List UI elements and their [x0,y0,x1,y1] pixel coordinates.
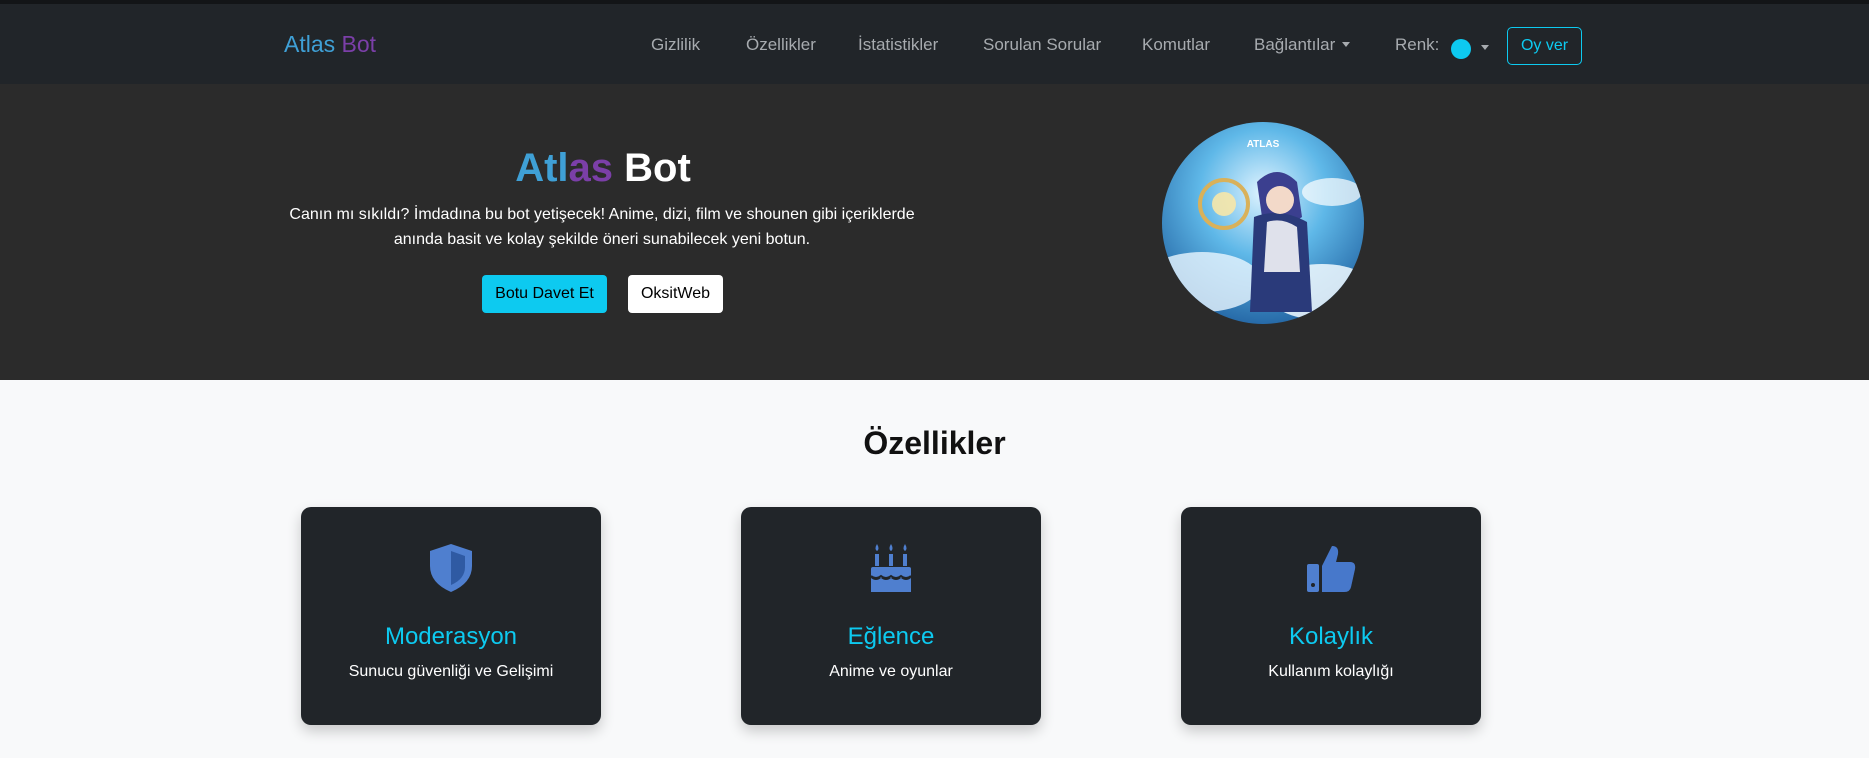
color-picker-swatch[interactable] [1451,39,1471,59]
hero-title-bot: Bot [624,146,691,190]
nav-dropdown-label: Bağlantılar [1254,35,1336,54]
chevron-down-icon[interactable] [1481,45,1489,50]
feature-card-title: Kolaylık [1288,623,1374,650]
bot-avatar: ATLAS [1162,122,1364,324]
cake-icon [741,542,1041,598]
avatar-logo-text: ATLAS [1247,139,1280,150]
invite-bot-button[interactable]: Botu Davet Et [482,275,607,313]
chevron-down-icon [1342,42,1351,47]
hero-title-atlas-a: Atl [515,146,569,190]
nav-link-istatistikler[interactable]: İstatistikler [858,35,938,55]
brand-name-part2: Bot [341,31,377,57]
shield-icon [301,542,601,598]
nav-dropdown-baglantilar[interactable]: Bağlantılar [1254,35,1351,55]
feature-card-text: Anime ve oyunlar [829,663,953,680]
hero-title: Atlas Bot [290,146,916,191]
brand-name-part1: Atlas [284,31,336,57]
navbar: Atlas Bot Gizlilik Özellikler İstatistik… [0,4,1869,84]
vote-button[interactable]: Oy ver [1507,27,1582,65]
feature-card-moderasyon: Moderasyon Sunucu güvenliği ve Gelişimi [301,507,601,725]
feature-card-title: Moderasyon [384,623,518,650]
feature-card-text: Sunucu güvenliği ve Gelişimi [348,663,554,680]
color-label: Renk: [1395,35,1440,54]
nav-link-ozellikler[interactable]: Özellikler [746,35,816,55]
nav-link-gizlilik[interactable]: Gizlilik [651,35,700,55]
feature-card-text: Kullanım kolaylığı [1268,663,1394,680]
hero-title-atlas-b: as [568,146,614,190]
feature-card-eglence: Eğlence Anime ve oyunlar [741,507,1041,725]
oksitweb-button[interactable]: OksitWeb [628,275,723,313]
thumbs-up-icon [1181,542,1481,598]
nav-link-sorulan-sorular[interactable]: Sorulan Sorular [983,35,1101,55]
feature-card-title: Eğlence [847,623,935,650]
features-title: Özellikler [863,425,1006,461]
feature-card-kolaylik: Kolaylık Kullanım kolaylığı [1181,507,1481,725]
hero-section: Atlas Bot Canın mı sıkıldı? İmdadına bu … [0,84,1869,380]
brand-logo[interactable]: Atlas Bot [284,31,376,58]
hero-description: Canın mı sıkıldı? İmdadına bu bot yetişe… [289,206,915,248]
nav-link-komutlar[interactable]: Komutlar [1142,35,1210,55]
